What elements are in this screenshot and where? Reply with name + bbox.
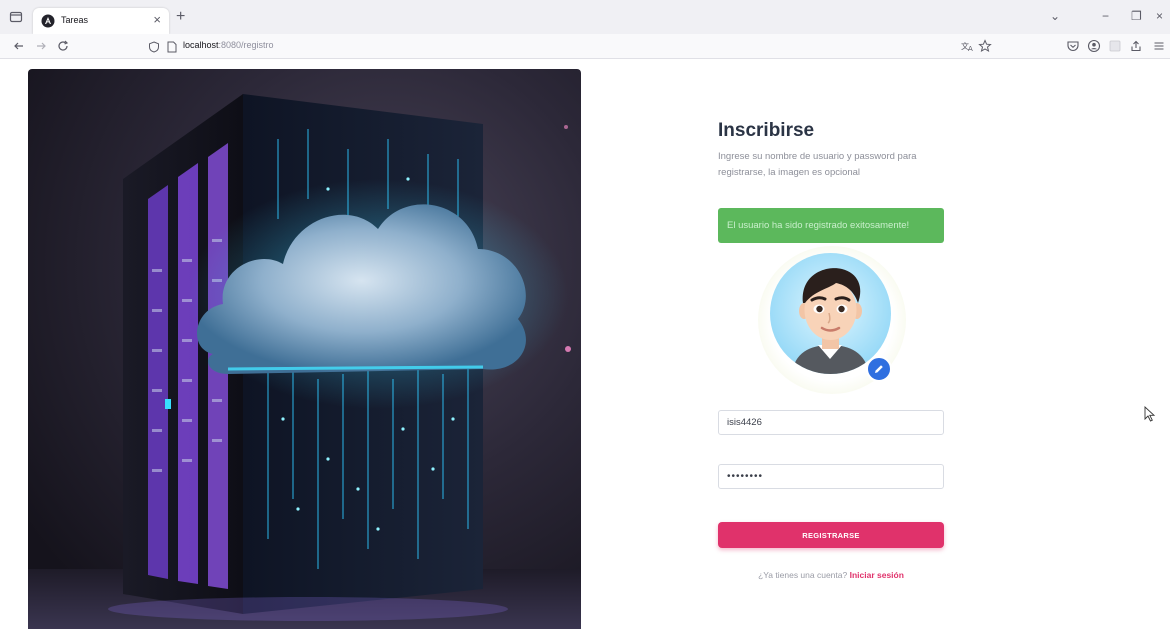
login-prompt-text: ¿Ya tienes una cuenta?: [758, 570, 848, 580]
edit-avatar-button[interactable]: [866, 356, 892, 382]
pencil-icon: [875, 365, 883, 373]
angular-icon: [41, 14, 55, 28]
translate-icon[interactable]: 文A: [961, 39, 975, 53]
hero-image: [28, 69, 581, 629]
minimize-icon[interactable]: −: [1102, 9, 1109, 23]
pocket-icon[interactable]: [1066, 39, 1080, 53]
account-icon[interactable]: [1087, 39, 1101, 53]
hamburger-icon[interactable]: [1152, 39, 1166, 53]
url-host: localhost: [183, 40, 219, 50]
share-icon[interactable]: [1129, 39, 1143, 53]
success-alert: El usuario ha sido registrado exitosamen…: [718, 208, 944, 243]
svg-text:A: A: [968, 45, 973, 53]
browser-nav-bar: localhost:8080/registro 文A: [0, 34, 1170, 59]
browser-tab[interactable]: Tareas ×: [33, 8, 169, 34]
success-alert-text: El usuario ha sido registrado exitosamen…: [727, 220, 910, 231]
star-icon[interactable]: [978, 39, 992, 53]
avatar[interactable]: [770, 253, 891, 374]
restore-icon[interactable]: ❐: [1131, 9, 1142, 23]
page-subtitle: Ingrese su nombre de usuario y password …: [718, 151, 917, 178]
mouse-cursor-icon: [1144, 405, 1156, 422]
new-tab-button[interactable]: +: [176, 9, 185, 25]
login-link[interactable]: Iniciar sesión: [850, 570, 904, 580]
tab-list-icon[interactable]: [9, 10, 23, 24]
register-button[interactable]: REGISTRARSE: [718, 522, 944, 548]
url-path: :8080/registro: [218, 40, 274, 50]
tab-title: Tareas: [61, 15, 89, 25]
tab-close-icon[interactable]: ×: [153, 13, 161, 27]
page-title: Inscribirse: [718, 120, 815, 141]
username-input[interactable]: [718, 410, 944, 435]
close-window-icon[interactable]: ×: [1156, 9, 1163, 23]
page-icon[interactable]: [167, 40, 177, 53]
browser-tab-bar: Tareas × + ⌄ − ❐ ×: [0, 0, 1170, 34]
arrow-left-icon[interactable]: [12, 39, 26, 53]
password-input[interactable]: [718, 464, 944, 489]
extensions-icon[interactable]: [1108, 39, 1122, 53]
url-bar[interactable]: localhost:8080/registro: [183, 40, 274, 50]
reload-icon[interactable]: [56, 39, 70, 53]
login-prompt: ¿Ya tienes una cuenta? Iniciar sesión: [718, 570, 944, 580]
list-all-tabs-icon[interactable]: ⌄: [1050, 9, 1060, 23]
shield-icon[interactable]: [148, 40, 160, 53]
arrow-right-icon[interactable]: [34, 39, 48, 53]
